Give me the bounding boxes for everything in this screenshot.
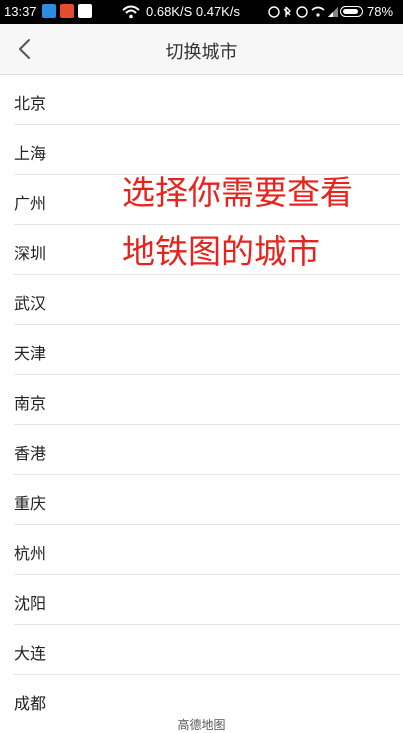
city-row[interactable]: 沈阳 <box>14 575 400 625</box>
city-name: 成都 <box>14 694 47 713</box>
annotation-line-1: 选择你需要查看 <box>122 173 353 212</box>
news-app-icon <box>60 4 74 18</box>
city-row[interactable]: 南京 <box>14 375 400 425</box>
app-header: 切换城市 <box>0 24 403 75</box>
qq-app-icon <box>78 4 92 18</box>
city-name: 天津 <box>14 344 47 363</box>
battery-percent: 78% <box>367 4 394 19</box>
watermark: 高德地图 <box>177 718 226 732</box>
city-name: 杭州 <box>14 544 47 563</box>
city-name: 南京 <box>14 394 47 413</box>
city-name: 重庆 <box>14 494 47 513</box>
city-name: 香港 <box>14 444 47 463</box>
city-row[interactable]: 天津 <box>14 325 400 375</box>
city-row[interactable]: 北京 <box>14 75 400 125</box>
city-row[interactable]: 杭州 <box>14 525 400 575</box>
wifi-icon <box>122 5 140 19</box>
telegram-app-icon <box>42 4 56 18</box>
city-row[interactable]: 重庆 <box>14 475 400 525</box>
page-title: 切换城市 <box>165 42 238 63</box>
city-name: 沈阳 <box>14 594 47 613</box>
annotation-line-2: 地铁图的城市 <box>122 232 320 271</box>
battery-icon <box>340 6 363 17</box>
city-row[interactable]: 武汉 <box>14 275 400 325</box>
city-name: 深圳 <box>14 244 47 263</box>
city-name: 武汉 <box>14 294 47 313</box>
signal-icon <box>328 7 338 17</box>
city-row[interactable]: 香港 <box>14 425 400 475</box>
status-bar: 13:37 0.68K/S 0.47K/s 78% <box>0 0 403 24</box>
status-icons <box>268 6 325 18</box>
city-row[interactable]: 大连 <box>14 625 400 675</box>
status-time: 13:37 <box>4 4 37 19</box>
city-name: 上海 <box>14 144 47 163</box>
city-name: 广州 <box>14 194 47 213</box>
city-name: 大连 <box>14 644 47 663</box>
network-speed: 0.68K/S 0.47K/s <box>146 4 240 19</box>
city-name: 北京 <box>14 94 47 113</box>
